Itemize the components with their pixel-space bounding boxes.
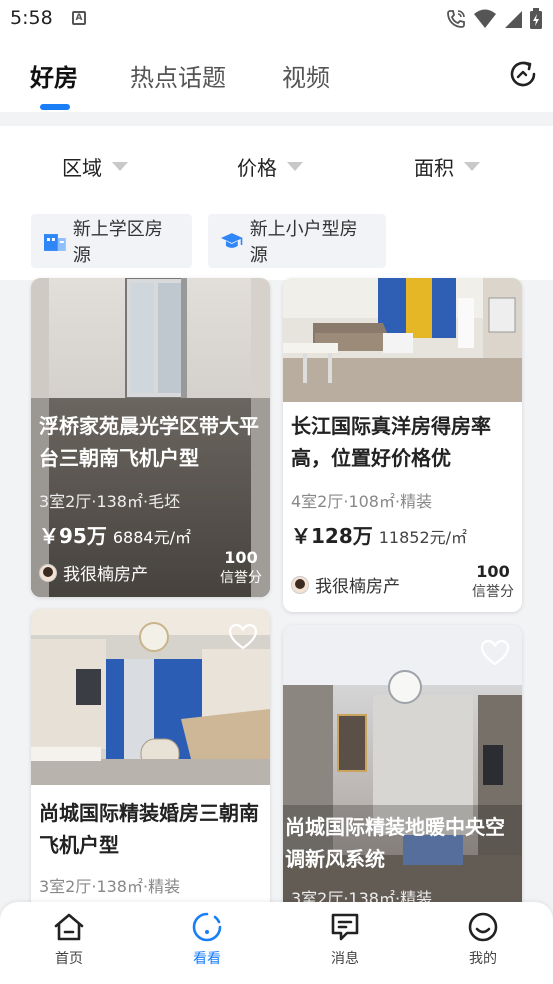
heart-icon[interactable] (228, 623, 258, 651)
listing-price-per-sqm: 11852元/㎡ (378, 528, 468, 547)
status-bar: 5:58 A (0, 0, 553, 38)
top-tab-bar: 好房 热点话题 视频 (0, 38, 553, 112)
notification-icon: A (72, 11, 86, 25)
filter-panel: 区域 价格 面积 新上学区房源 新上小户型房源 (0, 126, 553, 280)
nav-messages[interactable]: 消息 (305, 912, 385, 968)
home-icon (54, 913, 84, 941)
tab-videos[interactable]: 视频 (282, 58, 330, 93)
listing-price: ￥128万 11852元/㎡ (291, 520, 467, 549)
chip-small-units[interactable]: 新上小户型房源 (208, 214, 386, 268)
filter-area[interactable]: 区域 (62, 152, 128, 181)
tab-hot-topics[interactable]: 热点话题 (130, 58, 226, 93)
nav-look-label: 看看 (193, 951, 221, 967)
refresh-icon[interactable] (507, 58, 539, 90)
tab-good-houses[interactable]: 好房 (30, 58, 78, 93)
battery-icon (530, 8, 542, 29)
signal-icon (505, 11, 522, 28)
listing-card[interactable]: 尚城国际精装婚房三朝南飞机户型 3室2厅·138㎡·精装 (31, 609, 270, 929)
listing-spec: 4室2厅·108㎡·精装 (291, 492, 433, 511)
message-icon (331, 913, 359, 941)
app-screen: 5:58 A 好房 热点话题 视频 区域 价格 面积 新上学区房源 新上小户型房… (0, 0, 553, 984)
caret-down-icon (112, 162, 128, 171)
smiley-icon (468, 912, 498, 942)
credit-score-label: 信誉分 (220, 570, 262, 586)
nav-look[interactable]: 看看 (167, 912, 247, 968)
listing-agent[interactable]: 我很楠房产 (291, 572, 400, 597)
filter-price[interactable]: 价格 (237, 152, 303, 181)
nav-mine[interactable]: 我的 (443, 912, 523, 968)
credit-score-value: 100 (476, 562, 510, 581)
listing-title: 浮桥家苑晨光学区带大平台三朝南飞机户型 (39, 414, 259, 470)
listing-price-total: ￥128万 (291, 524, 373, 548)
listing-title: 尚城国际精装地暖中央空调新风系统 (285, 815, 505, 871)
heart-icon[interactable] (480, 639, 510, 667)
listing-price-per-sqm: 6884元/㎡ (112, 528, 191, 547)
listing-card[interactable]: 浮桥家苑晨光学区带大平台三朝南飞机户型 3室2厅·138㎡·毛坯 ￥95万 68… (31, 278, 270, 597)
listing-photo (283, 278, 522, 402)
chip-school-district-label: 新上学区房源 (72, 219, 163, 266)
credit-score: 100 信誉分 (220, 548, 262, 588)
filter-size[interactable]: 面积 (414, 152, 480, 181)
filter-area-label: 区域 (62, 156, 102, 180)
look-icon (192, 912, 222, 942)
avatar (39, 563, 57, 582)
credit-score-value: 100 (224, 548, 258, 567)
nav-home[interactable]: 首页 (29, 912, 109, 968)
credit-score: 100 信誉分 (472, 562, 514, 602)
agent-name: 我很楠房产 (315, 577, 400, 597)
listing-spec: 3室2厅·138㎡·精装 (39, 877, 181, 896)
credit-score-label: 信誉分 (472, 584, 514, 600)
agent-name: 我很楠房产 (63, 565, 148, 585)
wifi-call-icon (447, 10, 465, 28)
nav-messages-label: 消息 (331, 951, 359, 967)
listing-photo (283, 625, 522, 929)
filter-price-label: 价格 (237, 156, 277, 180)
graduation-cap-icon (220, 233, 243, 248)
listing-spec: 3室2厅·138㎡·毛坯 (39, 492, 181, 511)
listing-title: 尚城国际精装婚房三朝南飞机户型 (39, 801, 259, 857)
nav-mine-label: 我的 (469, 951, 497, 967)
status-icons (445, 8, 543, 30)
caret-down-icon (464, 162, 480, 171)
avatar (291, 575, 309, 594)
divider-band (0, 112, 553, 126)
listing-price-total: ￥95万 (39, 524, 107, 548)
school-building-icon (43, 234, 66, 251)
status-time: 5:58 (10, 7, 53, 29)
filter-size-label: 面积 (414, 156, 454, 180)
listing-title: 长江国际真洋房得房率高，位置好价格优 (291, 414, 491, 470)
listing-agent[interactable]: 我很楠房产 (39, 560, 148, 585)
bottom-nav: 首页 看看 消息 我的 (0, 902, 553, 984)
wifi-icon (474, 9, 496, 28)
active-tab-indicator (40, 104, 70, 110)
listing-price: ￥95万 6884元/㎡ (39, 520, 191, 549)
chip-small-units-label: 新上小户型房源 (249, 219, 358, 266)
listing-card[interactable]: 尚城国际精装地暖中央空调新风系统 3室2厅·138㎡·精装 (283, 625, 522, 929)
caret-down-icon (287, 162, 303, 171)
listing-card[interactable]: 长江国际真洋房得房率高，位置好价格优 4室2厅·108㎡·精装 ￥128万 11… (283, 278, 522, 612)
chip-school-district[interactable]: 新上学区房源 (31, 214, 192, 268)
nav-home-label: 首页 (55, 951, 83, 967)
